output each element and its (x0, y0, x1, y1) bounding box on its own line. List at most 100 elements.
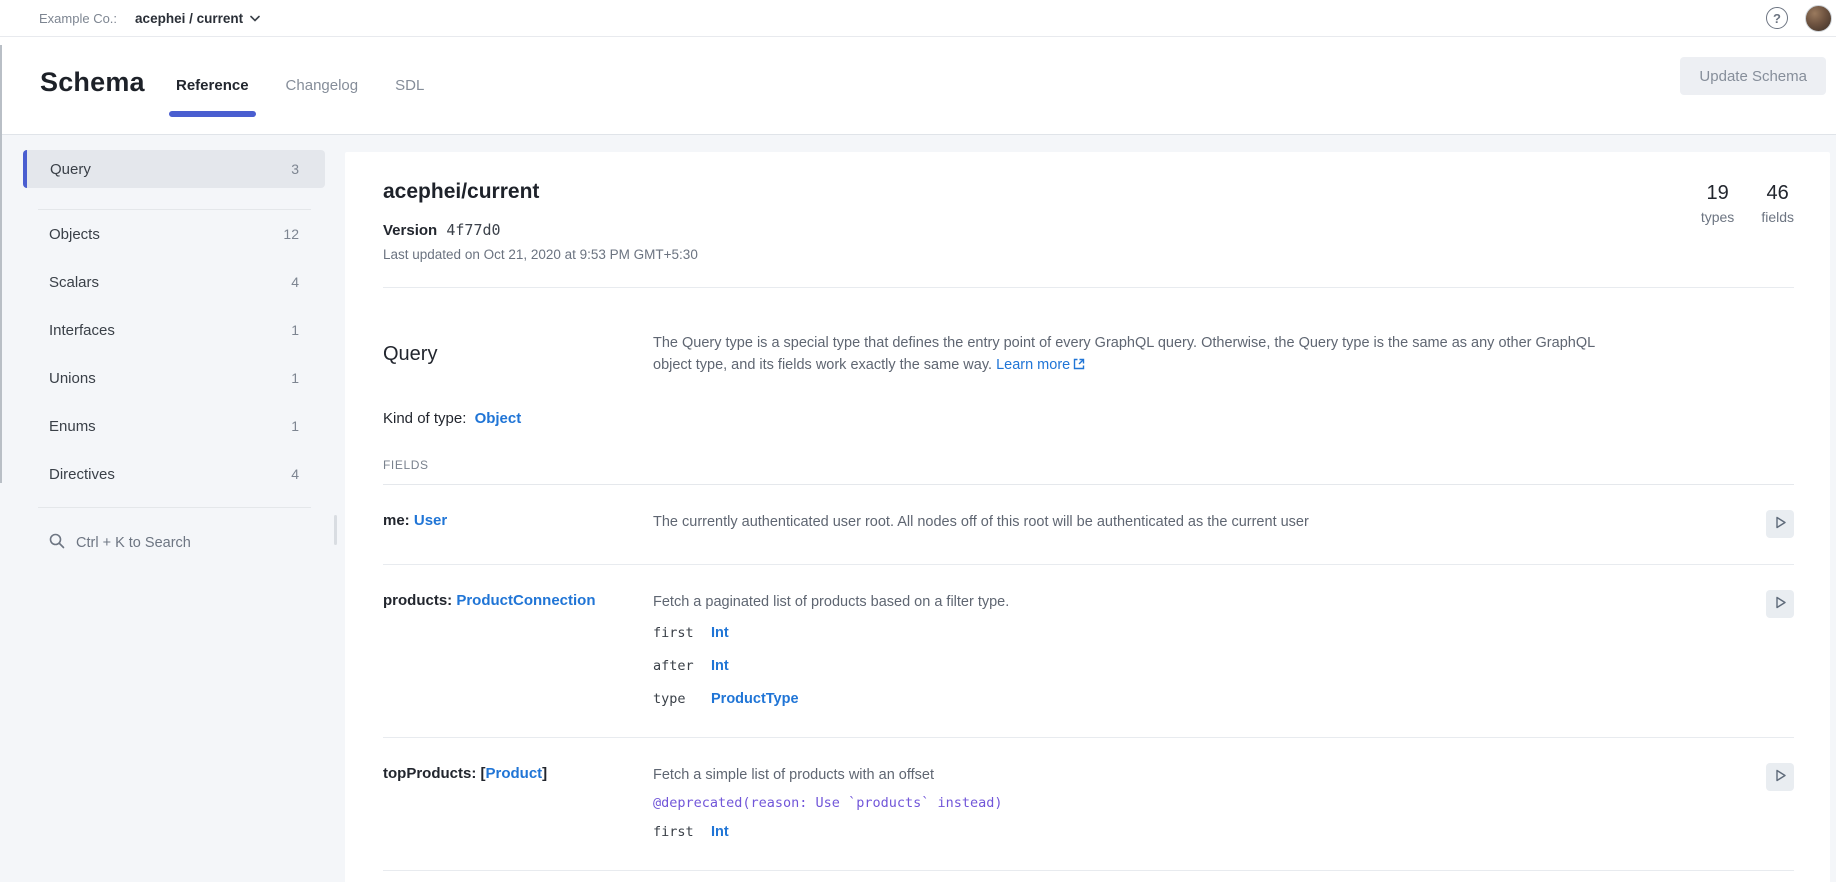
avatar[interactable] (1805, 5, 1832, 32)
search-hint: Ctrl + K to Search (76, 535, 191, 551)
argument-name: after (653, 658, 711, 674)
sidebar-divider (38, 507, 311, 508)
argument-row: first Int (653, 824, 1760, 844)
field-type-link[interactable]: Product (486, 765, 543, 782)
graph-selector[interactable]: acephei / current (135, 9, 260, 27)
page-title: Schema (40, 67, 145, 98)
sidebar-item-objects[interactable]: Objects 12 (23, 210, 325, 258)
tab-sdl[interactable]: SDL (395, 37, 424, 134)
argument-type-link[interactable]: Int (711, 625, 729, 641)
type-nav-sidebar: Query 3 Objects 12 Scalars 4 Interfaces … (23, 150, 325, 565)
field-row-me: me: User The currently authenticated use… (383, 485, 1794, 565)
field-name-text: me: (383, 512, 410, 529)
version-line: Version 4f77d0 (383, 221, 1794, 239)
schema-title: acephei/current (383, 180, 1794, 204)
tab-bar: Reference Changelog SDL (176, 37, 424, 134)
field-type-link[interactable]: User (414, 512, 447, 529)
sidebar-item-count: 1 (291, 370, 299, 386)
graph-name: acephei / current (135, 11, 243, 26)
sidebar-item-scalars[interactable]: Scalars 4 (23, 258, 325, 306)
field-description: Fetch a simple list of products with an … (653, 765, 1760, 785)
sidebar-item-count: 1 (291, 322, 299, 338)
argument-list: first Int (653, 824, 1760, 844)
schema-search[interactable]: Ctrl + K to Search (23, 521, 325, 565)
topbar: Example Co.: acephei / current ? (0, 0, 1836, 37)
field-name: products: ProductConnection (383, 592, 653, 711)
sidebar-item-count: 4 (291, 274, 299, 290)
last-updated: Last updated on Oct 21, 2020 at 9:53 PM … (383, 247, 1794, 262)
argument-type-link[interactable]: Int (711, 824, 729, 840)
bracket-close: ] (542, 765, 547, 782)
run-in-explorer-button[interactable] (1766, 590, 1794, 618)
sidebar-item-label: Query (50, 161, 91, 178)
argument-list: first Int after Int type ProductType (653, 625, 1760, 711)
argument-name: type (653, 691, 711, 707)
field-details: Fetch a simple list of products with an … (653, 765, 1760, 844)
field-name-text: topProducts: (383, 765, 476, 782)
sidebar-item-count: 12 (283, 226, 299, 242)
tab-reference[interactable]: Reference (176, 37, 249, 134)
sidebar-item-label: Enums (49, 418, 96, 435)
sidebar-item-enums[interactable]: Enums 1 (23, 402, 325, 450)
sidebar-item-interfaces[interactable]: Interfaces 1 (23, 306, 325, 354)
sidebar-item-label: Interfaces (49, 322, 115, 339)
field-name: topProducts: [Product] (383, 765, 653, 844)
schema-header: acephei/current Version 4f77d0 Last upda… (383, 152, 1794, 288)
search-icon (49, 533, 65, 553)
type-name: Query (383, 343, 653, 366)
type-description-text: The Query type is a special type that de… (653, 335, 1595, 373)
field-description: Fetch a paginated list of products based… (653, 592, 1760, 612)
type-description: The Query type is a special type that de… (653, 332, 1613, 377)
kind-value-link[interactable]: Object (475, 410, 522, 427)
chevron-down-icon (250, 9, 260, 27)
learn-more-link[interactable]: Learn more (996, 357, 1070, 373)
version-label: Version (383, 222, 437, 239)
stat-types-label: types (1701, 209, 1734, 225)
stat-types-value: 19 (1701, 182, 1734, 205)
stat-types: 19 types (1701, 182, 1734, 225)
argument-type-link[interactable]: Int (711, 658, 729, 674)
update-schema-button[interactable]: Update Schema (1680, 57, 1826, 95)
argument-row: first Int (653, 625, 1760, 645)
help-icon[interactable]: ? (1766, 7, 1788, 29)
sidebar-item-label: Objects (49, 226, 100, 243)
field-details: Fetch a paginated list of products based… (653, 592, 1760, 711)
sidebar-item-count: 3 (291, 161, 299, 177)
field-description: The currently authenticated user root. A… (653, 512, 1760, 538)
field-name-text: products: (383, 592, 452, 609)
run-in-explorer-button[interactable] (1766, 510, 1794, 538)
type-intro: Query The Query type is a special type t… (383, 288, 1794, 377)
play-icon (1774, 769, 1787, 785)
kind-of-type-line: Kind of type: Object (383, 410, 1794, 427)
tab-changelog[interactable]: Changelog (286, 37, 359, 134)
version-value: 4f77d0 (446, 221, 500, 239)
argument-row: type ProductType (653, 691, 1760, 711)
play-icon (1774, 516, 1787, 532)
argument-type-link[interactable]: ProductType (711, 691, 799, 707)
sidebar-item-count: 4 (291, 466, 299, 482)
sidebar-item-label: Scalars (49, 274, 99, 291)
field-row-products: products: ProductConnection Fetch a pagi… (383, 565, 1794, 738)
stat-fields-label: fields (1761, 209, 1794, 225)
argument-row: after Int (653, 658, 1760, 678)
sidebar-item-count: 1 (291, 418, 299, 434)
schema-stats: 19 types 46 fields (1701, 182, 1794, 225)
field-type-link[interactable]: ProductConnection (456, 592, 595, 609)
run-in-explorer-button[interactable] (1766, 763, 1794, 791)
org-label: Example Co.: (39, 11, 117, 26)
field-name: me: User (383, 512, 653, 538)
card-divider (383, 287, 1794, 288)
sidebar-item-directives[interactable]: Directives 4 (23, 450, 325, 498)
sidebar-item-query[interactable]: Query 3 (23, 150, 325, 188)
sidebar-item-unions[interactable]: Unions 1 (23, 354, 325, 402)
sidebar-scrollbar[interactable] (334, 515, 337, 545)
play-icon (1774, 596, 1787, 612)
argument-name: first (653, 625, 711, 641)
window-scrollbar[interactable] (0, 45, 2, 483)
fields-section-label: FIELDS (383, 458, 1794, 472)
external-link-icon (1073, 355, 1085, 377)
kind-label: Kind of type: (383, 410, 466, 427)
argument-name: first (653, 824, 711, 840)
sidebar-item-label: Directives (49, 466, 115, 483)
schema-reference-card: acephei/current Version 4f77d0 Last upda… (345, 152, 1830, 882)
